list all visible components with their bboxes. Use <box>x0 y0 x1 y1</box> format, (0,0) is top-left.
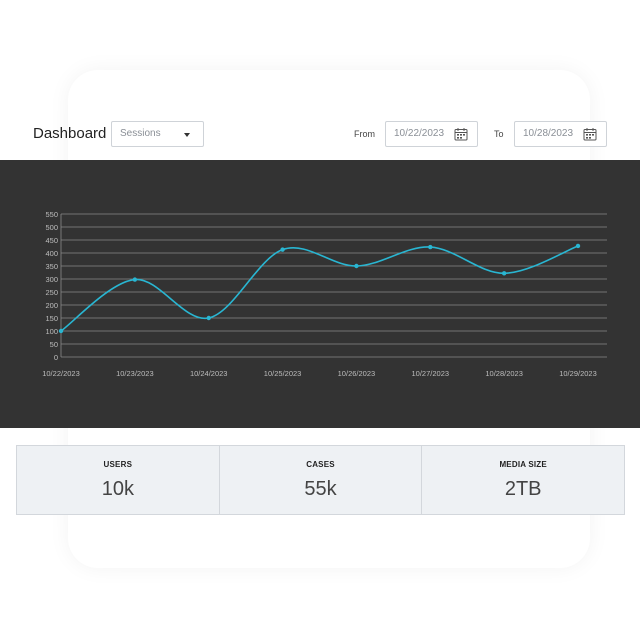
stat-value: 10k <box>101 478 134 500</box>
chevron-down-icon <box>184 133 190 137</box>
data-point <box>354 263 359 269</box>
from-date-input[interactable]: 10/22/2023 <box>385 121 478 147</box>
y-tick-label: 450 <box>45 236 58 245</box>
from-date-value: 10/22/2023 <box>394 128 445 139</box>
to-date-value: 10/28/2023 <box>523 128 574 139</box>
stat-card-media-size: MEDIA SIZE 2TB <box>421 445 626 515</box>
y-tick-label: 400 <box>45 249 58 258</box>
x-tick-label: 10/28/2023 <box>485 369 523 378</box>
data-point <box>206 315 211 321</box>
calendar-icon[interactable] <box>583 127 597 141</box>
y-tick-label: 100 <box>45 327 58 336</box>
stats-row: USERS 10k CASES 55k MEDIA SIZE 2TB <box>16 445 626 515</box>
calendar-icon[interactable] <box>454 127 468 141</box>
x-tick-label: 10/23/2023 <box>116 369 154 378</box>
y-tick-label: 350 <box>45 262 58 271</box>
x-tick-label: 10/26/2023 <box>338 369 376 378</box>
from-label: From <box>354 129 375 139</box>
to-label: To <box>494 129 504 139</box>
stat-value: 55k <box>304 478 337 500</box>
data-point <box>501 271 507 276</box>
dashboard-header: Dashboard Sessions From 10/22/2023 To 10… <box>0 112 640 158</box>
data-point <box>132 277 138 282</box>
stat-card-users: USERS 10k <box>16 445 220 515</box>
page-title: Dashboard <box>33 125 107 142</box>
data-point <box>428 244 433 250</box>
x-tick-label: 10/29/2023 <box>559 369 597 378</box>
sessions-line-chart: 0 50 100 150 200 250 300 350 400 450 500 550 10/22/2… <box>42 210 607 378</box>
stat-value: 2TB <box>504 478 542 500</box>
x-tick-label: 10/27/2023 <box>412 369 450 378</box>
stat-card-cases: CASES 55k <box>218 445 423 515</box>
data-point <box>58 328 64 334</box>
stat-label: MEDIA SIZE <box>499 460 547 469</box>
stat-label: USERS <box>103 460 133 469</box>
stat-label: CASES <box>306 460 335 469</box>
y-tick-label: 550 <box>45 210 58 219</box>
y-tick-label: 250 <box>45 288 58 297</box>
data-point <box>280 247 285 252</box>
to-date-input[interactable]: 10/28/2023 <box>514 121 607 147</box>
x-tick-label: 10/22/2023 <box>42 369 80 378</box>
y-tick-label: 300 <box>45 275 58 284</box>
metric-select[interactable]: Sessions <box>111 121 204 147</box>
y-tick-label: 0 <box>54 353 58 362</box>
sessions-chart-panel: 0 50 100 150 200 250 300 350 400 450 500 550 10/22/2… <box>0 160 640 428</box>
x-tick-label: 10/25/2023 <box>264 369 302 378</box>
x-tick-label: 10/24/2023 <box>190 369 228 378</box>
y-tick-label: 500 <box>45 223 58 232</box>
data-point <box>575 243 581 249</box>
metric-select-value: Sessions <box>120 128 161 139</box>
y-tick-label: 200 <box>45 301 58 310</box>
y-tick-label: 150 <box>45 314 58 323</box>
y-tick-label: 50 <box>50 340 58 349</box>
